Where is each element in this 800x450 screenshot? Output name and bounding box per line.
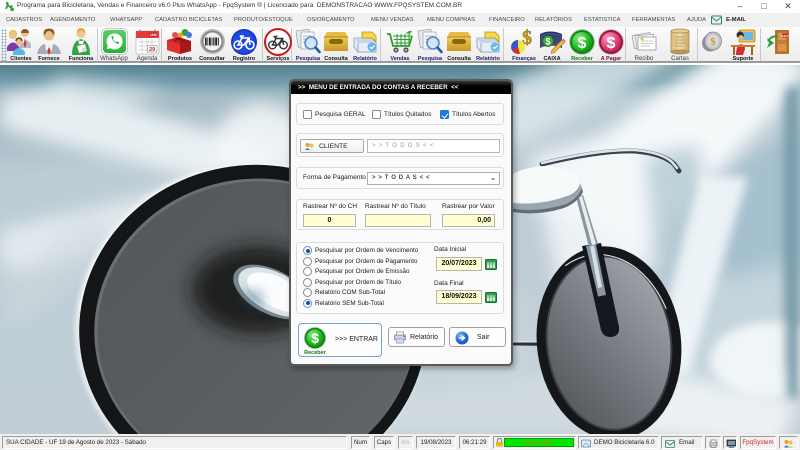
svg-text:$: $ (578, 35, 587, 52)
svg-text:$: $ (710, 36, 716, 48)
svg-text:$: $ (545, 37, 550, 47)
svg-text:$: $ (311, 331, 319, 346)
svg-text:29: 29 (149, 47, 155, 53)
svg-text:JAN: JAN (149, 33, 156, 37)
svg-text:$: $ (607, 35, 616, 52)
svg-text:EXIT: EXIT (782, 34, 789, 38)
